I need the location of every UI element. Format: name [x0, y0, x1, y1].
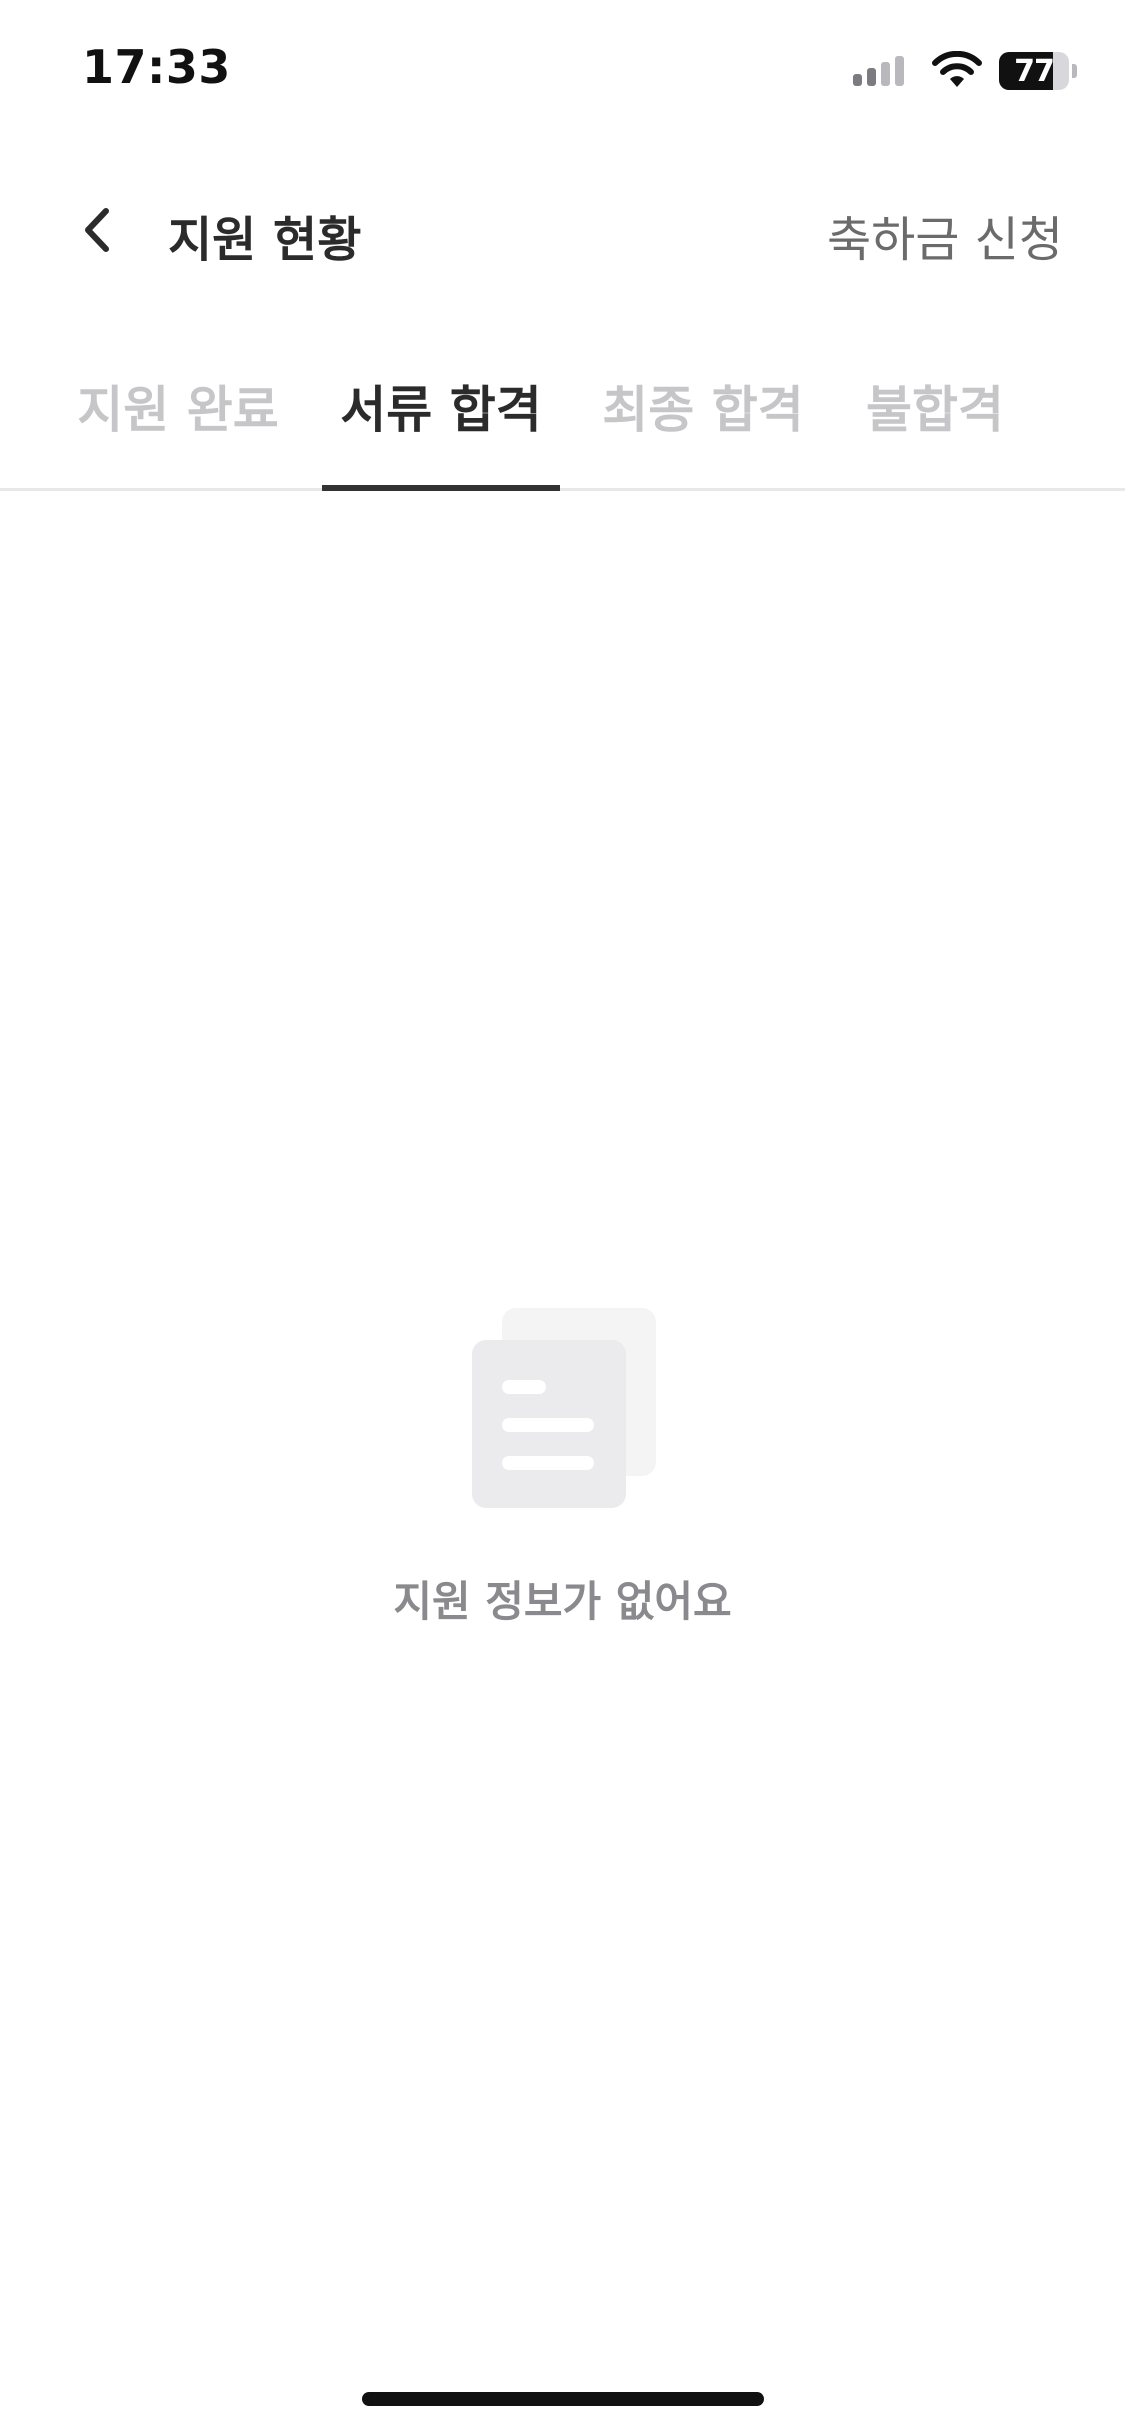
- tab-final-passed[interactable]: 최종 합격: [596, 340, 810, 488]
- chevron-left-icon: [85, 208, 109, 252]
- battery-icon: 77: [999, 52, 1069, 90]
- status-time: 17:33: [82, 40, 231, 94]
- empty-message: 지원 정보가 없어요: [393, 1577, 732, 1626]
- document-icon: [472, 1308, 656, 1508]
- home-indicator[interactable]: [362, 2392, 764, 2406]
- tab-label: 최종 합격: [602, 381, 804, 439]
- page-title: 지원 현황: [168, 212, 362, 268]
- battery-cap: [1072, 64, 1077, 78]
- status-tabs: 지원 완료 서류 합격 최종 합격 불합격: [0, 340, 1125, 491]
- tab-label: 불합격: [866, 381, 1004, 439]
- status-icons: 77: [853, 50, 1077, 92]
- battery-level: 77: [1014, 53, 1055, 89]
- wifi-icon: [932, 51, 982, 87]
- tab-label: 지원 완료: [77, 381, 279, 439]
- nav-bar: 지원 현황 축하금 신청: [0, 170, 1125, 290]
- tab-applied[interactable]: 지원 완료: [62, 340, 294, 488]
- signal-icon: [853, 56, 909, 86]
- back-button[interactable]: [60, 192, 136, 268]
- apply-bonus-button[interactable]: 축하금 신청: [827, 200, 1063, 270]
- tab-failed[interactable]: 불합격: [860, 340, 1010, 488]
- tab-label: 서류 합격: [340, 381, 542, 439]
- status-bar: 17:33 77: [0, 0, 1125, 140]
- tab-document-passed[interactable]: 서류 합격: [322, 340, 560, 491]
